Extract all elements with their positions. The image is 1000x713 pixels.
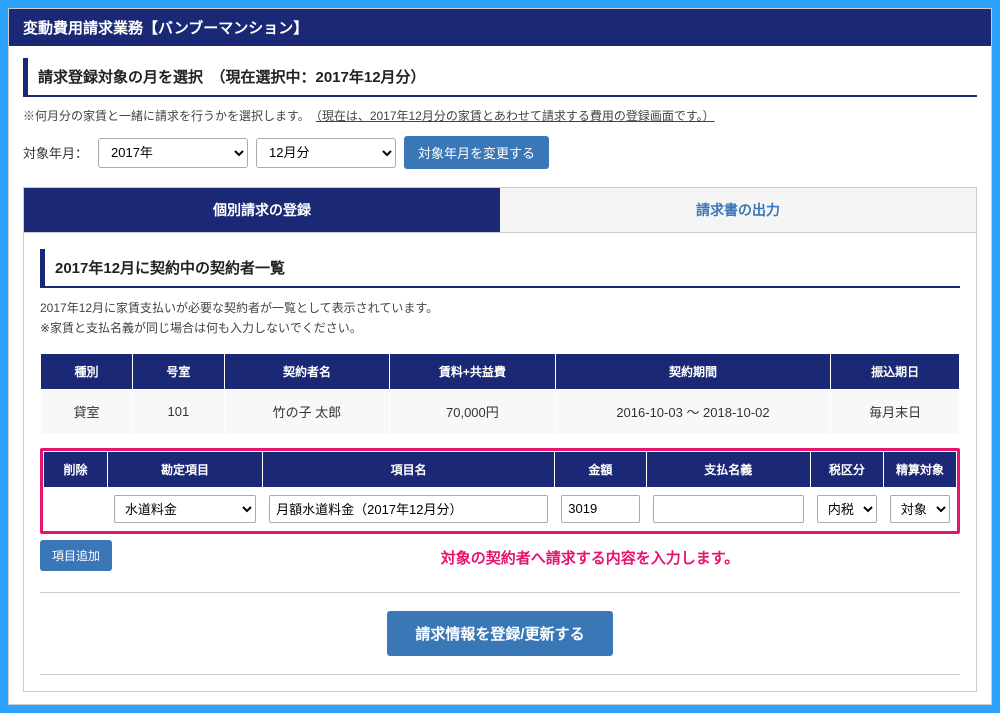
section-contractors-header: 2017年12月に契約中の契約者一覧 (40, 249, 960, 288)
submit-row: 請求情報を登録/更新する (40, 592, 960, 675)
contractors-note: 2017年12月に家賃支払いが必要な契約者が一覧として表示されています。 ※家賃… (40, 298, 960, 339)
change-target-button[interactable]: 対象年月を変更する (404, 136, 549, 169)
account-select[interactable]: 水道料金 (114, 495, 256, 523)
th-type: 種別 (41, 353, 133, 389)
cell-name: 竹の子 太郎 (224, 389, 389, 433)
year-select[interactable]: 2017年 (98, 138, 248, 168)
tab-invoice-output[interactable]: 請求書の出力 (500, 188, 976, 232)
target-month-label: 対象年月： (23, 143, 88, 162)
th-room: 号室 (132, 353, 224, 389)
tab-individual-billing[interactable]: 個別請求の登録 (24, 188, 500, 232)
line-items-table: 削除 勘定項目 項目名 金額 支払名義 税区分 精算対象 水道料金 (43, 451, 957, 531)
contractors-table: 種別 号室 契約者名 賃料+共益費 契約期間 振込期日 貸室 101 竹の子 太… (40, 353, 960, 434)
contractors-note-line1: 2017年12月に家賃支払いが必要な契約者が一覧として表示されています。 (40, 301, 438, 315)
th-tax: 税区分 (810, 451, 883, 487)
th-period: 契約期間 (555, 353, 831, 389)
tabs: 個別請求の登録 請求書の出力 (23, 187, 977, 232)
th-amount: 金額 (555, 451, 646, 487)
note-prefix: ※何月分の家賃と一緒に請求を行うかを選択します。 (23, 109, 316, 123)
th-delete: 削除 (44, 451, 108, 487)
submit-button[interactable]: 請求情報を登録/更新する (387, 611, 612, 656)
th-name: 契約者名 (224, 353, 389, 389)
th-due: 振込期日 (831, 353, 960, 389)
line-item-row: 水道料金 内税 対象外 (44, 487, 957, 530)
cell-rent: 70,000円 (390, 389, 555, 433)
th-payer: 支払名義 (646, 451, 810, 487)
page-title: 変動費用請求業務【バンブーマンション】 (9, 9, 991, 46)
settle-select[interactable]: 対象外 (890, 495, 950, 523)
amount-input[interactable] (561, 495, 639, 523)
tax-select[interactable]: 内税 (817, 495, 877, 523)
target-month-controls: 対象年月： 2017年 12月分 対象年月を変更する (23, 136, 977, 169)
section-select-month-header: 請求登録対象の月を選択 （現在選択中：2017年12月分） (23, 58, 977, 97)
th-account: 勘定項目 (107, 451, 262, 487)
cell-delete (44, 487, 108, 530)
add-item-button[interactable]: 項目追加 (40, 540, 112, 571)
tab-panel: 2017年12月に契約中の契約者一覧 2017年12月に家賃支払いが必要な契約者… (23, 232, 977, 692)
cell-type: 貸室 (41, 389, 133, 433)
cell-due: 毎月末日 (831, 389, 960, 433)
cell-room: 101 (132, 389, 224, 433)
note-underlined: （現在は、2017年12月分の家賃とあわせて請求する費用の登録画面です。） (316, 109, 715, 123)
page: 変動費用請求業務【バンブーマンション】 請求登録対象の月を選択 （現在選択中：2… (8, 8, 992, 705)
th-rent: 賃料+共益費 (390, 353, 555, 389)
payer-input[interactable] (653, 495, 804, 523)
table-row: 貸室 101 竹の子 太郎 70,000円 2016-10-03 〜 2018-… (41, 389, 960, 433)
callout-text: 対象の契約者へ請求する内容を入力します。 (220, 547, 960, 568)
month-select[interactable]: 12月分 (256, 138, 396, 168)
item-name-input[interactable] (269, 495, 548, 523)
contractors-note-line2: ※家賃と支払名義が同じ場合は何も入力しないでください。 (40, 321, 362, 335)
select-month-note: ※何月分の家賃と一緒に請求を行うかを選択します。 （現在は、2017年12月分の… (23, 107, 977, 124)
line-items-highlight: 削除 勘定項目 項目名 金額 支払名義 税区分 精算対象 水道料金 (40, 448, 960, 534)
cell-period: 2016-10-03 〜 2018-10-02 (555, 389, 831, 433)
th-item: 項目名 (263, 451, 555, 487)
th-settle: 精算対象 (883, 451, 956, 487)
